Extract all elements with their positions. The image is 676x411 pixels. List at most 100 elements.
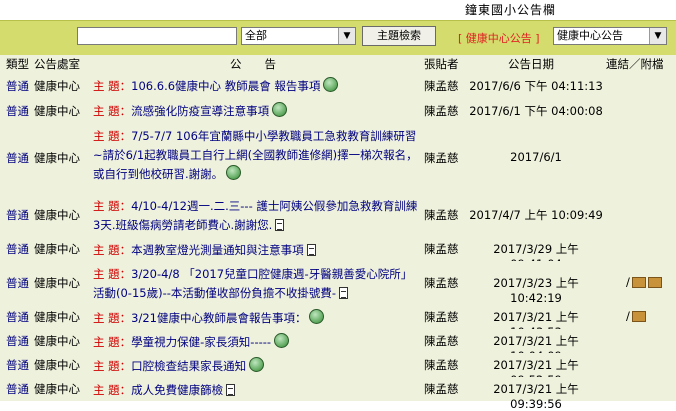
row-attachments: / — [626, 309, 646, 323]
doc-icon[interactable] — [275, 219, 285, 231]
globe-icon[interactable] — [309, 309, 325, 324]
row-office: 健康中心 — [34, 242, 80, 256]
folder-icon[interactable] — [631, 311, 646, 322]
subject-link[interactable]: 本週教室燈光測量通知與注意事項 — [131, 243, 304, 257]
folder-icon[interactable] — [647, 277, 662, 288]
row-date: 2017/6/1 — [510, 150, 562, 164]
row-office: 健康中心 — [34, 208, 80, 222]
table-row[interactable]: 普通 健康中心主 題：本週教室燈光測量通知與注意事項 陳孟慈 2017/3/29 上午… — [0, 237, 676, 271]
row-type[interactable]: 普通 — [6, 275, 29, 291]
folder-icon[interactable] — [631, 277, 646, 288]
search-toolbar: 全部 ▼ 主題檢索 [ 健康中心公告 ] 健康中心公告 ▼ — [0, 20, 676, 55]
row-type[interactable]: 普通 — [6, 78, 29, 94]
subject-label: 主 題： — [93, 335, 132, 349]
chevron-down-icon[interactable]: ▼ — [338, 28, 355, 44]
subject-label: 主 題： — [93, 311, 132, 325]
row-office: 健康中心 — [34, 310, 80, 324]
row-subject[interactable]: 主 題：7/5-7/7 106年宜蘭縣中小學教職員工急救教育訓練研習~請於6/1… — [93, 127, 418, 184]
subject-link[interactable]: 學童視力保健-家長須知----- — [131, 335, 271, 349]
row-subject[interactable]: 主 題：流感強化防疫宣導注意事項 — [93, 102, 418, 121]
row-office: 健康中心 — [34, 382, 80, 396]
chevron-down-icon[interactable]: ▼ — [649, 28, 666, 44]
row-subject[interactable]: 主 題：106.6.6健康中心 教師晨會 報告事項 — [93, 77, 418, 96]
row-subject[interactable]: 主 題：本週教室燈光測量通知與注意事項 — [93, 241, 418, 260]
subject-link[interactable]: 3/21健康中心教師晨會報告事項： — [131, 311, 306, 325]
table-row[interactable]: 普通 健康中心主 題：流感強化防疫宣導注意事項 陳孟慈 2017/6/1 下午 04:… — [0, 98, 676, 124]
row-subject[interactable]: 主 題：成人免費健康篩檢 — [93, 381, 418, 400]
subject-label: 主 題： — [93, 267, 132, 281]
row-date: 2017/4/7 上午 10:09:49 — [469, 208, 603, 222]
table-row[interactable]: 普通健康中心主 題：口腔檢查結果家長通知陳孟慈2017/3/21 上午 09:5… — [0, 353, 676, 387]
row-type[interactable]: 普通 — [6, 207, 29, 223]
table-row[interactable]: 普通 健康中心主 題：3/21健康中心教師晨會報告事項： 陳孟慈 2017/3/21 … — [0, 305, 676, 339]
table-row[interactable]: 普通 健康中心主 題：4/10-4/12週一.二.三--- 護士阿姨公假參加急救教… — [0, 193, 676, 238]
subject-link[interactable]: 流感強化防疫宣導注意事項 — [131, 104, 269, 118]
table-row[interactable]: 普通 健康中心主 題：成人免費健康篩檢 陳孟慈 2017/3/21 上午 09:39:… — [0, 377, 676, 411]
row-office: 健康中心 — [34, 334, 80, 348]
scope-select-value: 全部 — [245, 29, 267, 42]
row-subject[interactable]: 主 題：3/20-4/8 「2017兒童口腔健康週-牙醫親善愛心院所」活動(0-… — [93, 265, 418, 303]
office-select[interactable]: 健康中心公告 ▼ — [553, 27, 667, 45]
subject-label: 主 題： — [93, 243, 132, 257]
row-type[interactable]: 普通 — [6, 150, 29, 166]
row-attachments: / — [626, 275, 662, 289]
search-button[interactable]: 主題檢索 — [362, 26, 436, 46]
table-row[interactable]: 普通 健康中心主 題：學童視力保健-家長須知----- 陳孟慈 2017/3/21 上… — [0, 329, 676, 363]
table-row[interactable]: 普通 健康中心主 題：7/5-7/7 106年宜蘭縣中小學教職員工急救教育訓練研習… — [0, 123, 676, 194]
globe-icon[interactable] — [323, 77, 339, 92]
row-poster: 陳孟慈 — [424, 78, 459, 93]
row-office: 健康中心 — [34, 276, 80, 290]
subject-link[interactable]: 口腔檢查結果家長通知 — [131, 359, 246, 373]
doc-icon[interactable] — [339, 287, 349, 299]
row-office: 健康中心 — [34, 151, 80, 165]
office-select-value: 健康中心公告 — [557, 29, 623, 42]
subject-label: 主 題： — [93, 383, 132, 397]
table-header: 類型 公告處室 公 告 張貼者 公告日期 連結／附檔 — [0, 55, 676, 73]
row-poster: 陳孟慈 — [424, 151, 459, 165]
doc-icon[interactable] — [306, 244, 316, 256]
subject-label: 主 題： — [93, 199, 132, 213]
doc-icon[interactable] — [226, 384, 236, 396]
globe-icon[interactable] — [274, 333, 290, 348]
scope-select[interactable]: 全部 ▼ — [241, 27, 356, 45]
table-row[interactable]: 普通 健康中心主 題：106.6.6健康中心 教師晨會 報告事項 陳孟慈 2017/6… — [0, 73, 676, 99]
page-title: 鐘東國小公告欄 — [464, 3, 556, 17]
row-poster: 陳孟慈 — [424, 310, 459, 324]
subject-label: 主 題： — [93, 79, 132, 93]
row-poster: 陳孟慈 — [424, 103, 459, 118]
header-office: 公告處室 — [34, 57, 80, 71]
row-office: 健康中心 — [34, 103, 80, 118]
keyword-input[interactable] — [77, 27, 237, 45]
table-row[interactable]: 普通 健康中心主 題：3/20-4/8 「2017兒童口腔健康週-牙醫親善愛心院所… — [0, 261, 676, 306]
attachment-separator: / — [626, 275, 630, 289]
globe-icon[interactable] — [272, 102, 288, 117]
row-type[interactable]: 普通 — [6, 381, 29, 397]
row-type[interactable]: 普通 — [6, 241, 29, 257]
row-date: 2017/3/21 上午 09:39:56 — [493, 382, 579, 411]
row-subject[interactable]: 主 題：學童視力保健-家長須知----- — [93, 333, 418, 352]
row-poster: 陳孟慈 — [424, 334, 459, 348]
row-poster: 陳孟慈 — [424, 382, 459, 396]
subject-link[interactable]: 7/5-7/7 106年宜蘭縣中小學教職員工急救教育訓練研習~請於6/1起教職員… — [93, 129, 418, 181]
subject-link[interactable]: 3/20-4/8 「2017兒童口腔健康週-牙醫親善愛心院所」活動(0-15歲)… — [93, 267, 412, 300]
row-poster: 陳孟慈 — [424, 358, 459, 372]
subject-link[interactable]: 106.6.6健康中心 教師晨會 報告事項 — [131, 79, 320, 93]
globe-icon[interactable] — [249, 357, 265, 372]
row-date: 2017/6/6 下午 04:11:13 — [469, 78, 603, 93]
current-filter-label: [ 健康中心公告 ] — [458, 32, 540, 45]
row-type[interactable]: 普通 — [6, 357, 29, 373]
row-type[interactable]: 普通 — [6, 333, 29, 349]
globe-icon[interactable] — [226, 165, 242, 180]
header-date: 公告日期 — [508, 57, 554, 71]
header-subject: 公 告 — [230, 57, 276, 71]
row-poster: 陳孟慈 — [424, 276, 459, 290]
subject-link[interactable]: 成人免費健康篩檢 — [131, 383, 223, 397]
row-subject[interactable]: 主 題：3/21健康中心教師晨會報告事項： — [93, 309, 418, 328]
header-type: 類型 — [6, 57, 29, 71]
subject-link[interactable]: 4/10-4/12週一.二.三--- 護士阿姨公假參加急救教育訓練3天.班級傷病… — [93, 199, 417, 232]
row-poster: 陳孟慈 — [424, 242, 459, 256]
row-type[interactable]: 普通 — [6, 103, 29, 119]
row-type[interactable]: 普通 — [6, 309, 29, 325]
row-subject[interactable]: 主 題：口腔檢查結果家長通知 — [93, 357, 418, 376]
row-subject[interactable]: 主 題：4/10-4/12週一.二.三--- 護士阿姨公假參加急救教育訓練3天.… — [93, 197, 418, 235]
